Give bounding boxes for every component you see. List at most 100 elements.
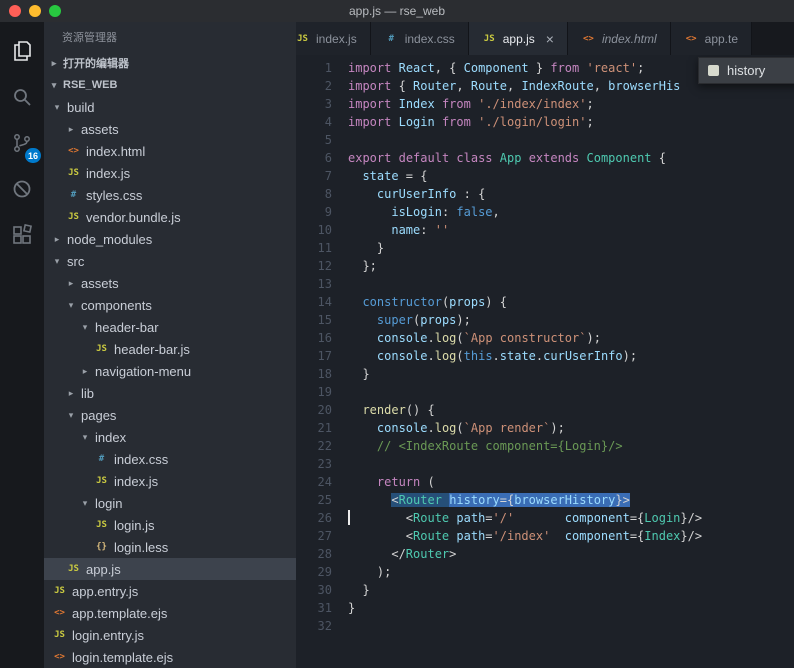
vscode-window: app.js — rse_web 16 资源管理器 ▸ 打开的编辑器 ▾ RSE… (0, 0, 794, 668)
tree-item-index.css[interactable]: # index.css (44, 448, 296, 470)
tree-item-login.template.ejs[interactable]: <> login.template.ejs (44, 646, 296, 668)
tree-item-node_modules[interactable]: ▸ node_modules (44, 228, 296, 250)
chevron-right-icon[interactable]: ▸ (52, 234, 62, 245)
editor[interactable]: 1 import React, { Component } from 'react… (296, 55, 794, 668)
code-line[interactable]: 6 export default class App extends Compon… (296, 149, 794, 167)
tree-item-login[interactable]: ▾ login (44, 492, 296, 514)
suggest-widget[interactable]: history (698, 57, 794, 84)
tree-item-app.js[interactable]: JS app.js (44, 558, 296, 580)
tree-item-assets[interactable]: ▸ assets (44, 118, 296, 140)
minimize-window-button[interactable] (29, 5, 41, 17)
code-line[interactable]: 7 state = { (296, 167, 794, 185)
code-line[interactable]: 4 import Login from './login/login'; (296, 113, 794, 131)
tree-item-app.entry.js[interactable]: JS app.entry.js (44, 580, 296, 602)
code-line[interactable]: 22 // <IndexRoute component={Login}/> (296, 437, 794, 455)
chevron-right-icon[interactable]: ▸ (66, 278, 76, 289)
code-line[interactable]: 28 </Router> (296, 545, 794, 563)
search-icon[interactable] (0, 74, 44, 120)
close-tab-icon[interactable]: × (546, 32, 554, 46)
code-line[interactable]: 5 (296, 131, 794, 149)
chevron-down-icon[interactable]: ▾ (80, 498, 90, 509)
extensions-icon[interactable] (0, 212, 44, 258)
chevron-right-icon[interactable]: ▸ (66, 124, 76, 135)
code-line[interactable]: 18 } (296, 365, 794, 383)
html-file-icon: <> (583, 33, 594, 44)
code-line[interactable]: 19 (296, 383, 794, 401)
tree-item-header-bar.js[interactable]: JS header-bar.js (44, 338, 296, 360)
code-line[interactable]: 30 } (296, 581, 794, 599)
line-number: 22 (317, 439, 332, 453)
code-line[interactable]: 15 super(props); (296, 311, 794, 329)
tab-app.te[interactable]: <> app.te (670, 22, 753, 55)
tree-item-pages[interactable]: ▾ pages (44, 404, 296, 426)
chevron-down-icon[interactable]: ▾ (66, 300, 76, 311)
chevron-down-icon[interactable]: ▾ (52, 256, 62, 267)
open-editors-section[interactable]: ▸ 打开的编辑器 (44, 52, 296, 74)
code-line[interactable]: 25 <Router history={browserHistory}> (296, 491, 794, 509)
chevron-down-icon[interactable]: ▾ (80, 322, 90, 333)
code-line[interactable]: 32 (296, 617, 794, 635)
tab-index.js[interactable]: JS index.js (296, 22, 371, 55)
chevron-down-icon[interactable]: ▾ (80, 432, 90, 443)
code-line[interactable]: 21 console.log(`App render`); (296, 419, 794, 437)
tree-item-label: login.js (114, 517, 155, 533)
code-line[interactable]: 20 render() { (296, 401, 794, 419)
tab-index.html[interactable]: <> index.html (567, 22, 671, 55)
line-number: 30 (317, 583, 332, 597)
js-file-icon: JS (68, 564, 79, 574)
tree-item-src[interactable]: ▾ src (44, 250, 296, 272)
tree-item-styles.css[interactable]: # styles.css (44, 184, 296, 206)
debug-icon[interactable] (0, 166, 44, 212)
code-line[interactable]: 10 name: '' (296, 221, 794, 239)
chevron-right-icon[interactable]: ▸ (80, 366, 90, 377)
line-number: 21 (317, 421, 332, 435)
code-line[interactable]: 23 (296, 455, 794, 473)
code-line[interactable]: 17 console.log(this.state.curUserInfo); (296, 347, 794, 365)
tab-index.css[interactable]: # index.css (370, 22, 469, 55)
code-line[interactable]: 11 } (296, 239, 794, 257)
tab-app.js[interactable]: JS app.js × (468, 22, 568, 55)
code-line[interactable]: 14 constructor(props) { (296, 293, 794, 311)
code-line[interactable]: 29 ); (296, 563, 794, 581)
tree-item-login.js[interactable]: JS login.js (44, 514, 296, 536)
chevron-down-icon[interactable]: ▾ (52, 102, 62, 113)
code-line[interactable]: 3 import Index from './index/index'; (296, 95, 794, 113)
tree-item-header-bar[interactable]: ▾ header-bar (44, 316, 296, 338)
code-line[interactable]: 8 curUserInfo : { (296, 185, 794, 203)
code-line[interactable]: 24 return ( (296, 473, 794, 491)
chevron-down-icon[interactable]: ▾ (66, 410, 76, 421)
source-control-icon[interactable]: 16 (0, 120, 44, 166)
tree-item-index.html[interactable]: <> index.html (44, 140, 296, 162)
tree-item-index[interactable]: ▾ index (44, 426, 296, 448)
code-line[interactable]: 9 isLogin: false, (296, 203, 794, 221)
tree-item-build[interactable]: ▾ build (44, 96, 296, 118)
chevron-right-icon[interactable]: ▸ (66, 388, 76, 399)
line-number: 1 (324, 61, 332, 75)
titlebar: app.js — rse_web (0, 0, 794, 22)
code-line[interactable]: 13 (296, 275, 794, 293)
line-number: 12 (317, 259, 332, 273)
line-number: 29 (317, 565, 332, 579)
editor-area: JS index.js # index.css JS app.js × <> index.htm… (296, 22, 794, 668)
js-file-icon: JS (68, 168, 79, 178)
tree-item-index.js[interactable]: JS index.js (44, 470, 296, 492)
tree-item-app.template.ejs[interactable]: <> app.template.ejs (44, 602, 296, 624)
close-window-button[interactable] (9, 5, 21, 17)
explorer-icon[interactable] (0, 28, 44, 74)
root-folder-section[interactable]: ▾ RSE_WEB (44, 74, 296, 96)
code-line[interactable]: 16 console.log(`App constructor`); (296, 329, 794, 347)
tree-item-assets[interactable]: ▸ assets (44, 272, 296, 294)
tree-item-vendor.bundle.js[interactable]: JS vendor.bundle.js (44, 206, 296, 228)
tree-item-lib[interactable]: ▸ lib (44, 382, 296, 404)
tree-item-label: assets (81, 275, 119, 291)
tree-item-navigation-menu[interactable]: ▸ navigation-menu (44, 360, 296, 382)
tree-item-login.entry.js[interactable]: JS login.entry.js (44, 624, 296, 646)
code-line[interactable]: 31} (296, 599, 794, 617)
code-line[interactable]: 26 <Route path='/' component={Login}/> (296, 509, 794, 527)
zoom-window-button[interactable] (49, 5, 61, 17)
tree-item-components[interactable]: ▾ components (44, 294, 296, 316)
code-line[interactable]: 12 }; (296, 257, 794, 275)
tree-item-login.less[interactable]: {} login.less (44, 536, 296, 558)
code-line[interactable]: 27 <Route path='/index' component={Index… (296, 527, 794, 545)
tree-item-index.js[interactable]: JS index.js (44, 162, 296, 184)
